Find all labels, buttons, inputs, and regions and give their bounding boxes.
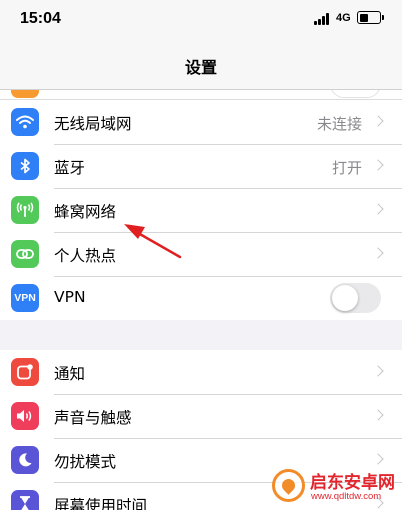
watermark-logo-icon [272, 469, 305, 502]
vpn-label: VPN [54, 288, 86, 306]
bluetooth-status: 打开 [331, 159, 362, 177]
cellular-label: 蜂窝网络 [54, 203, 117, 221]
watermark: 启东安卓网 www.qdltdw.com [270, 466, 402, 510]
chevron-right-icon [372, 365, 384, 377]
speaker-icon [11, 402, 39, 430]
notifications-row[interactable]: 通知 [0, 350, 402, 394]
status-time: 15:04 [20, 10, 61, 27]
moon-icon [11, 446, 39, 474]
bluetooth-icon [11, 152, 39, 180]
page-title: 设置 [184, 58, 217, 77]
dnd-label: 勿扰模式 [54, 453, 117, 471]
chevron-right-icon [372, 247, 384, 259]
cellular-antenna-icon [11, 196, 39, 224]
cellular-signal-icon [314, 13, 332, 25]
cellular-row[interactable]: 蜂窝网络 [0, 188, 402, 232]
wifi-status: 未连接 [316, 115, 362, 133]
watermark-url: www.qdltdw.com [311, 491, 382, 502]
connectivity-group: 无线局域网 未连接 蓝牙 打开 蜂窝网络 个人热点 VPN VPN [0, 100, 402, 320]
airplane-icon [11, 90, 39, 98]
battery-icon [357, 11, 384, 24]
bluetooth-row[interactable]: 蓝牙 打开 [0, 144, 402, 188]
vpn-row[interactable]: VPN VPN [0, 276, 402, 320]
hourglass-icon [11, 490, 39, 510]
partial-row-airplane-mode[interactable] [0, 90, 402, 100]
toggle-knob [332, 285, 358, 311]
hotspot-row[interactable]: 个人热点 [0, 232, 402, 276]
chevron-right-icon [372, 115, 384, 127]
hotspot-label: 个人热点 [54, 247, 117, 265]
airplane-toggle[interactable] [330, 90, 381, 98]
chevron-right-icon [372, 409, 384, 421]
status-bar: 15:04 4G [0, 0, 402, 40]
chevron-right-icon [372, 203, 384, 215]
notifications-label: 通知 [54, 365, 86, 383]
wifi-row[interactable]: 无线局域网 未连接 [0, 100, 402, 144]
watermark-title: 启东安卓网 [310, 473, 395, 493]
sounds-row[interactable]: 声音与触感 [0, 394, 402, 438]
sounds-label: 声音与触感 [54, 409, 132, 427]
wifi-label: 无线局域网 [54, 115, 132, 133]
bluetooth-label: 蓝牙 [54, 159, 86, 177]
navigation-bar: 设置 [0, 40, 402, 90]
screen-time-label: 屏幕使用时间 [54, 497, 148, 510]
wifi-icon [11, 108, 39, 136]
vpn-icon: VPN [11, 284, 39, 312]
chevron-right-icon [372, 159, 384, 171]
notifications-icon [11, 358, 39, 386]
personal-hotspot-icon [11, 240, 39, 268]
vpn-toggle[interactable] [330, 283, 381, 313]
chevron-right-icon [372, 453, 384, 465]
network-type: 4G [336, 12, 351, 24]
